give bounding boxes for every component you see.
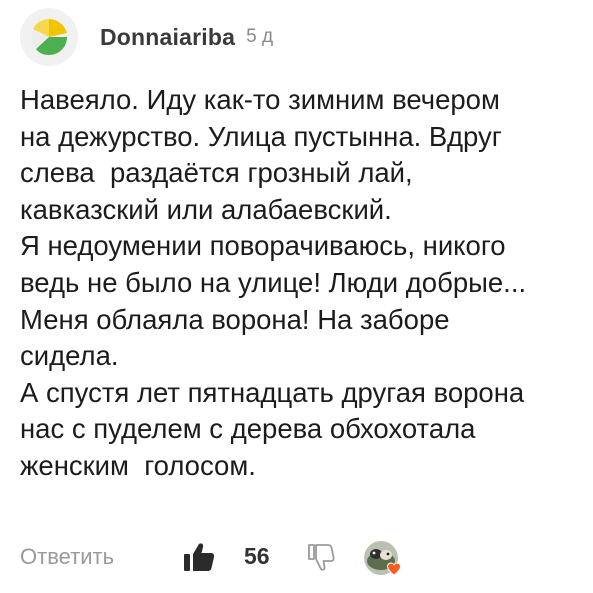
comment-text-line: А спустя лет пятнадцать другая ворона [20, 376, 525, 408]
heart-icon [386, 562, 402, 576]
reply-button[interactable]: Ответить [20, 544, 114, 570]
comment-text-line: Навеяло. Иду как-то зимним вечером [20, 84, 500, 115]
comment-text-line: сидела. [20, 340, 119, 372]
like-count: 56 [244, 543, 270, 569]
comment-text-line: кавказский или алабаевский. [20, 193, 392, 225]
thumbs-up-icon[interactable] [183, 542, 215, 572]
comment-text-line: слева раздаётся грозный лай, [20, 157, 413, 189]
comment-timestamp: 5 д [246, 26, 274, 47]
comment-card: Donnaiariba 5 д Навеяло. Иду как-то зимн… [0, 0, 593, 593]
comment-text-line: ведь не было на улице! Люди добрые... [20, 266, 527, 298]
author-avatar[interactable] [20, 8, 78, 66]
avatar-logo-icon [31, 19, 67, 55]
comment-actions: Ответить 56 [20, 540, 580, 576]
comment-text: Навеяло. Иду как-то зимним вечером на де… [20, 82, 590, 485]
comment-header: Donnaiariba 5 д [20, 8, 273, 66]
thumbs-down-icon[interactable] [307, 542, 335, 572]
comment-text-line: Я недоумении поворачиваюсь, никого [20, 230, 506, 262]
comment-text-line: женским голосом. [20, 449, 256, 481]
comment-text-line: нас с пуделем с дерева обхохотала [20, 413, 476, 445]
reaction-avatar[interactable] [364, 541, 402, 577]
author-name[interactable]: Donnaiariba [100, 24, 235, 51]
comment-text-line: на дежурство. Улица пустынна. Вдруг [20, 120, 502, 152]
comment-text-line: Меня облаяла ворона! На заборе [20, 303, 450, 335]
